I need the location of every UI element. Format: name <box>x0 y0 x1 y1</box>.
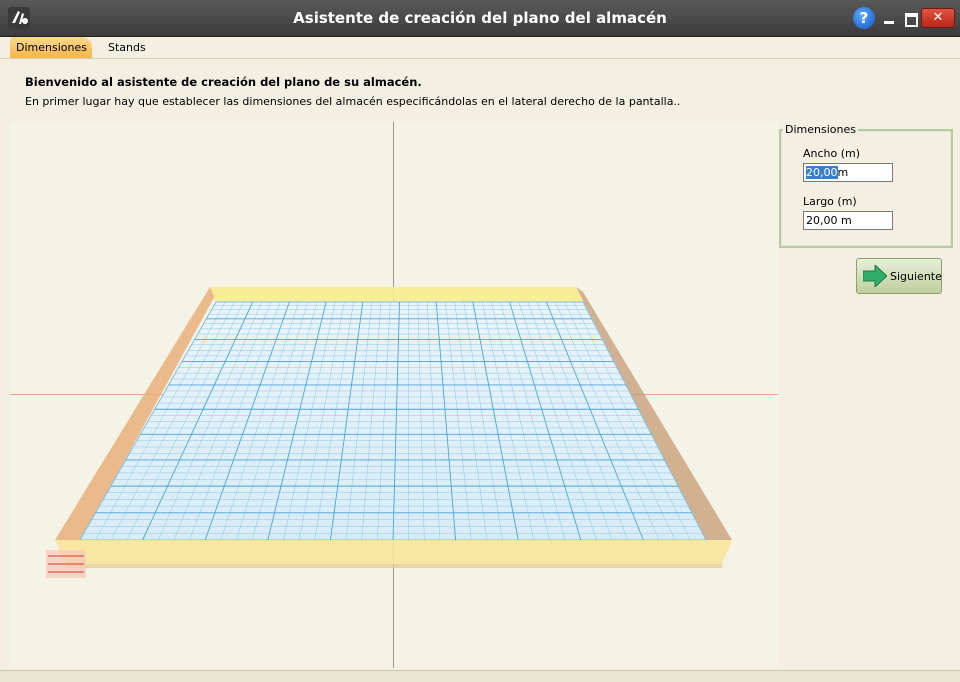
width-input[interactable]: 20,00m <box>803 163 893 182</box>
help-button[interactable]: ? <box>853 7 875 29</box>
tab-bar: Dimensiones Stands <box>0 36 960 59</box>
tab-dimensiones[interactable]: Dimensiones <box>10 37 92 58</box>
arrow-right-icon <box>863 265 887 287</box>
status-bar <box>0 670 960 682</box>
width-label: Ancho (m) <box>803 147 860 160</box>
title-bar: Asistente de creación del plano del alma… <box>0 0 960 37</box>
origin-marker-icon <box>46 550 86 578</box>
next-button[interactable]: Siguiente <box>856 258 942 294</box>
width-value: 20,00 <box>806 166 838 179</box>
next-button-label: Siguiente <box>890 270 942 283</box>
width-unit: m <box>838 166 849 179</box>
wizard-window: Asistente de creación del plano del alma… <box>0 0 960 681</box>
minimize-button[interactable] <box>878 8 900 28</box>
length-label: Largo (m) <box>803 195 857 208</box>
warehouse-floor-3d <box>10 122 778 668</box>
close-button[interactable]: ✕ <box>921 8 955 28</box>
welcome-heading: Bienvenido al asistente de creación del … <box>25 75 422 89</box>
tab-stands[interactable]: Stands <box>100 37 154 58</box>
window-title: Asistente de creación del plano del alma… <box>0 9 960 27</box>
3d-viewport[interactable] <box>10 122 778 668</box>
welcome-description: En primer lugar hay que establecer las d… <box>25 95 680 108</box>
dimensions-group-label: Dimensiones <box>783 123 858 136</box>
maximize-button[interactable] <box>900 8 922 28</box>
length-input[interactable]: 20,00 m <box>803 211 893 230</box>
